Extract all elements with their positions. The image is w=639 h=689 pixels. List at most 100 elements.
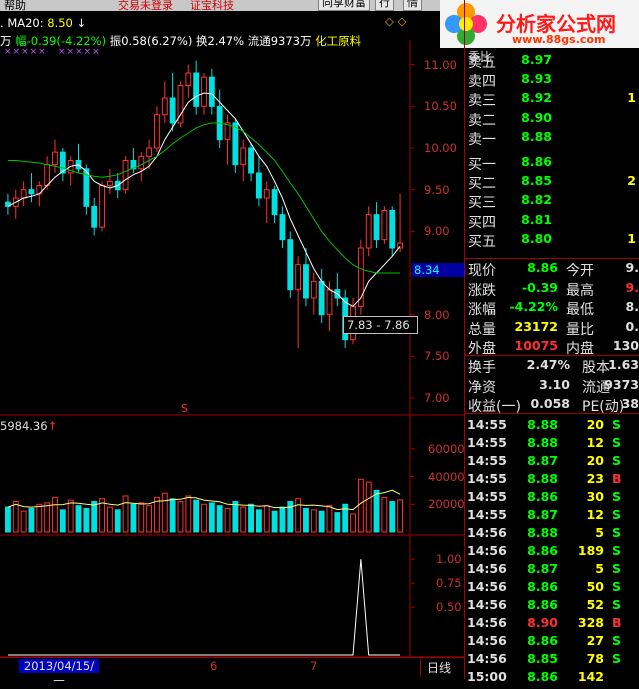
quote-value: 8.86 [527, 260, 558, 275]
tick-row[interactable]: 14:55 8.87 20 S [464, 453, 639, 471]
tick-volume: 328 [577, 615, 604, 630]
bid-row[interactable]: 买五 8.80 1 [464, 231, 639, 250]
tick-time: 15:00 [467, 669, 507, 684]
tick-row[interactable]: 14:55 8.88 20 S [464, 417, 639, 435]
tick-row[interactable]: 14:55 8.86 30 S [464, 489, 639, 507]
ask-row[interactable]: 卖二 8.90 [464, 110, 639, 129]
tick-side: S [612, 633, 622, 648]
tick-row[interactable]: 14:56 8.86 50 S [464, 579, 639, 597]
volume-bar [334, 512, 341, 533]
tick-volume: 5 [595, 561, 604, 576]
ask-row[interactable]: 卖五 8.97 [464, 52, 639, 71]
ask-row[interactable]: 卖三 8.92 1 [464, 90, 639, 109]
tick-row[interactable]: 15:00 8.86 142 [464, 669, 639, 687]
candle-body [310, 280, 317, 299]
quote-value: 1.63 [608, 357, 639, 372]
tick-row[interactable]: 14:56 8.88 5 S [464, 525, 639, 543]
tick-side: S [612, 507, 622, 522]
price-tick-label: 9.50 [424, 182, 450, 197]
candle-body [138, 155, 145, 170]
volume-bar [91, 501, 98, 533]
volume-bar [279, 506, 286, 533]
tick-price: 8.87 [527, 453, 558, 468]
bid-row[interactable]: 买二 8.85 2 [464, 173, 639, 192]
volume-bar [28, 507, 35, 533]
tick-time: 14:55 [467, 471, 507, 486]
candle-body [161, 97, 168, 116]
volume-bar [154, 496, 160, 533]
volume-bar [169, 498, 176, 533]
volume-bar [263, 505, 270, 533]
tick-row[interactable]: 14:55 8.87 12 S [464, 507, 639, 525]
candle-body [52, 151, 58, 166]
quote-label: 今开 [566, 263, 594, 279]
volume-bar [318, 510, 325, 533]
indicator-line [7, 559, 401, 656]
book-price: 8.93 [521, 71, 552, 87]
volume-bar [373, 489, 380, 533]
tick-row[interactable]: 14:56 8.90 328 B [464, 615, 639, 633]
tick-price: 8.85 [527, 651, 558, 666]
tick-time: 14:56 [467, 651, 507, 666]
divider [464, 355, 639, 356]
ma20-line [7, 122, 401, 274]
volume-tick-label: 60000 [428, 441, 465, 456]
tick-price: 8.88 [527, 435, 558, 450]
tick-time: 14:55 [467, 507, 507, 522]
book-label: 卖二 [468, 112, 496, 129]
candle-body [20, 189, 27, 199]
tick-price: 8.90 [527, 615, 558, 630]
book-price: 8.90 [521, 109, 552, 125]
tick-row[interactable]: 14:56 8.86 27 S [464, 633, 639, 651]
bid-row[interactable]: 买四 8.81 [464, 212, 639, 231]
candle-body [154, 114, 160, 149]
volume-bar [216, 505, 223, 533]
tick-time: 14:56 [467, 633, 507, 648]
quote-row: 换手 2.47% 股本 1.63 [464, 357, 639, 376]
volume-bar [248, 503, 254, 533]
tick-volume: 78 [586, 651, 604, 666]
candle-body [122, 160, 129, 191]
tick-side: S [612, 561, 622, 576]
book-price: 8.81 [521, 211, 552, 227]
candle-body [303, 264, 309, 299]
volume-bar [310, 509, 317, 533]
divider [464, 413, 639, 414]
candle-body [240, 147, 247, 166]
tick-price: 8.86 [527, 579, 558, 594]
ask-row[interactable]: 卖一 8.88 [464, 129, 639, 148]
tick-side: S [612, 417, 622, 432]
candle-body [295, 264, 302, 291]
tick-row[interactable]: 14:56 8.85 78 S [464, 651, 639, 669]
book-price: 8.88 [521, 128, 552, 144]
candle-body [397, 242, 403, 249]
tick-side: S [612, 543, 622, 558]
quote-value: 0.058 [530, 396, 570, 411]
quote-value: 8. [625, 299, 639, 314]
book-label: 买四 [468, 214, 496, 231]
volume-label: 5984.36↑ [0, 419, 57, 433]
book-label: 卖五 [468, 55, 496, 71]
book-price: 8.85 [521, 173, 552, 189]
tick-row[interactable]: 14:55 8.88 23 B [464, 471, 639, 489]
tick-time: 14:56 [467, 543, 507, 558]
bid-row[interactable]: 买一 8.86 [464, 154, 639, 173]
book-label: 卖三 [468, 93, 496, 110]
quote-value: 130 [612, 338, 639, 353]
volume-bar [5, 506, 11, 533]
quote-label: 涨跌 [468, 282, 496, 299]
book-volume: 1 [627, 90, 636, 106]
candle-body [279, 214, 286, 241]
tick-row[interactable]: 14:56 8.86 52 S [464, 597, 639, 615]
ask-row[interactable]: 卖四 8.93 [464, 71, 639, 90]
quote-row: 涨跌 -0.39 最高 9. [464, 280, 639, 299]
bid-row[interactable]: 买三 8.82 [464, 192, 639, 211]
tick-row[interactable]: 14:55 8.88 12 S [464, 435, 639, 453]
divider [464, 258, 639, 259]
quote-label: 涨幅 [468, 302, 496, 318]
tick-time: 14:56 [467, 561, 507, 576]
kline-chart[interactable] [0, 0, 464, 679]
tick-row[interactable]: 14:56 8.87 5 S [464, 561, 639, 579]
tick-time: 14:55 [467, 435, 507, 450]
tick-row[interactable]: 14:56 8.86 189 S [464, 543, 639, 561]
